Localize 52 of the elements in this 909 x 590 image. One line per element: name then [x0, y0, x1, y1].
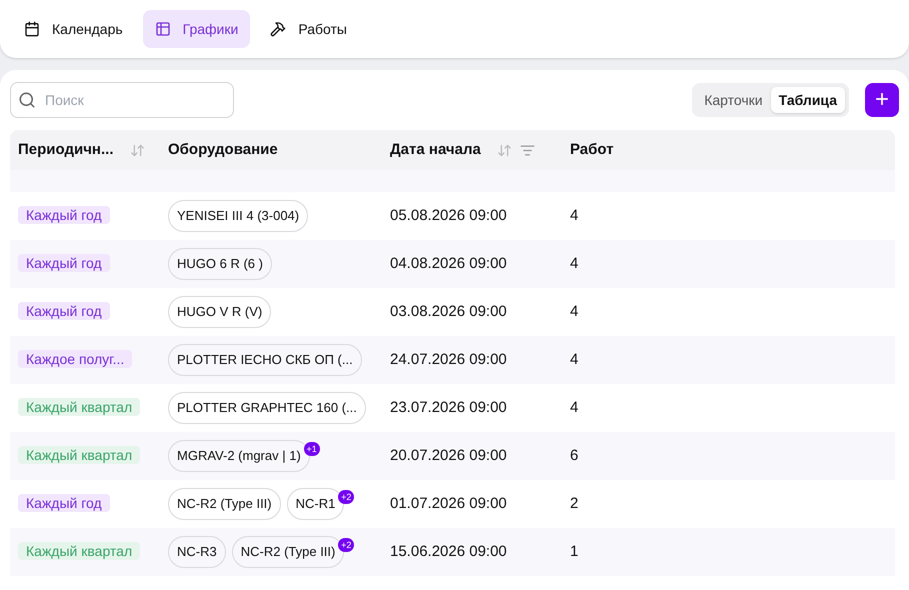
hammer-icon: [270, 21, 286, 37]
view-option[interactable]: Карточки: [696, 87, 771, 113]
count-badge: +1: [304, 442, 320, 456]
column-title[interactable]: Работ: [570, 138, 614, 162]
equipment-chip: HUGO 6 R (6 ): [168, 248, 272, 280]
period-tag: Каждый год: [18, 254, 110, 272]
equipment-chip: NC-R3: [168, 536, 226, 568]
column-title[interactable]: Дата начала: [390, 138, 481, 162]
work-count: 4: [570, 398, 580, 418]
view-option[interactable]: Таблица: [770, 87, 845, 113]
search-field[interactable]: Поиск: [10, 82, 234, 118]
start-date: 01.07.2026 09:00: [390, 494, 508, 514]
work-count: 4: [570, 254, 580, 274]
search-icon: [18, 91, 36, 109]
add-button[interactable]: +: [865, 83, 899, 117]
filter-icon[interactable]: [520, 142, 535, 158]
start-date: 24.07.2026 09:00: [390, 350, 508, 370]
work-count: 4: [570, 206, 580, 226]
count-badge: +2: [338, 538, 354, 552]
work-count: 4: [570, 302, 580, 322]
work-count: 2: [570, 494, 580, 514]
column-title[interactable]: Оборудование: [168, 138, 278, 162]
start-date: 20.07.2026 09:00: [390, 446, 508, 466]
start-date: 15.06.2026 09:00: [390, 542, 508, 562]
table-icon: [154, 21, 171, 37]
equipment-chip: YENISEI III 4 (3-004): [168, 200, 308, 232]
work-count: 1: [570, 542, 580, 562]
start-date: 23.07.2026 09:00: [390, 398, 508, 418]
period-tag: Каждый квартал: [18, 398, 140, 416]
column-title[interactable]: Периодичн...: [18, 138, 114, 162]
equipment-chip: HUGO V R (V): [168, 296, 272, 328]
sort-icon[interactable]: [130, 142, 144, 158]
calendar-icon: [24, 21, 40, 37]
period-tag: Каждый год: [18, 302, 110, 320]
period-tag: Каждый год: [18, 206, 110, 224]
period-tag: Каждый квартал: [18, 446, 140, 464]
start-date: 03.08.2026 09:00: [390, 302, 508, 322]
equipment-chip: PLOTTER GRAPHTEC 160 (...: [168, 392, 366, 424]
equipment-chip: PLOTTER IECHO СКБ ОП (...: [168, 344, 362, 376]
equipment-chip: NC-R2 (Type III): [168, 488, 281, 520]
nav-tab[interactable]: Календарь: [12, 10, 135, 48]
work-count: 4: [570, 350, 580, 370]
period-tag: Каждый квартал: [18, 542, 140, 560]
start-date: 05.08.2026 09:00: [390, 206, 508, 226]
period-tag: Каждый год: [18, 494, 110, 512]
count-badge: +2: [338, 490, 354, 504]
sort-icon[interactable]: [496, 142, 512, 158]
nav-tab[interactable]: Работы: [258, 10, 359, 48]
nav-tab[interactable]: Графики: [142, 10, 250, 48]
start-date: 04.08.2026 09:00: [390, 254, 508, 274]
period-tag: Каждое полуг...: [18, 350, 132, 368]
work-count: 6: [570, 446, 580, 466]
